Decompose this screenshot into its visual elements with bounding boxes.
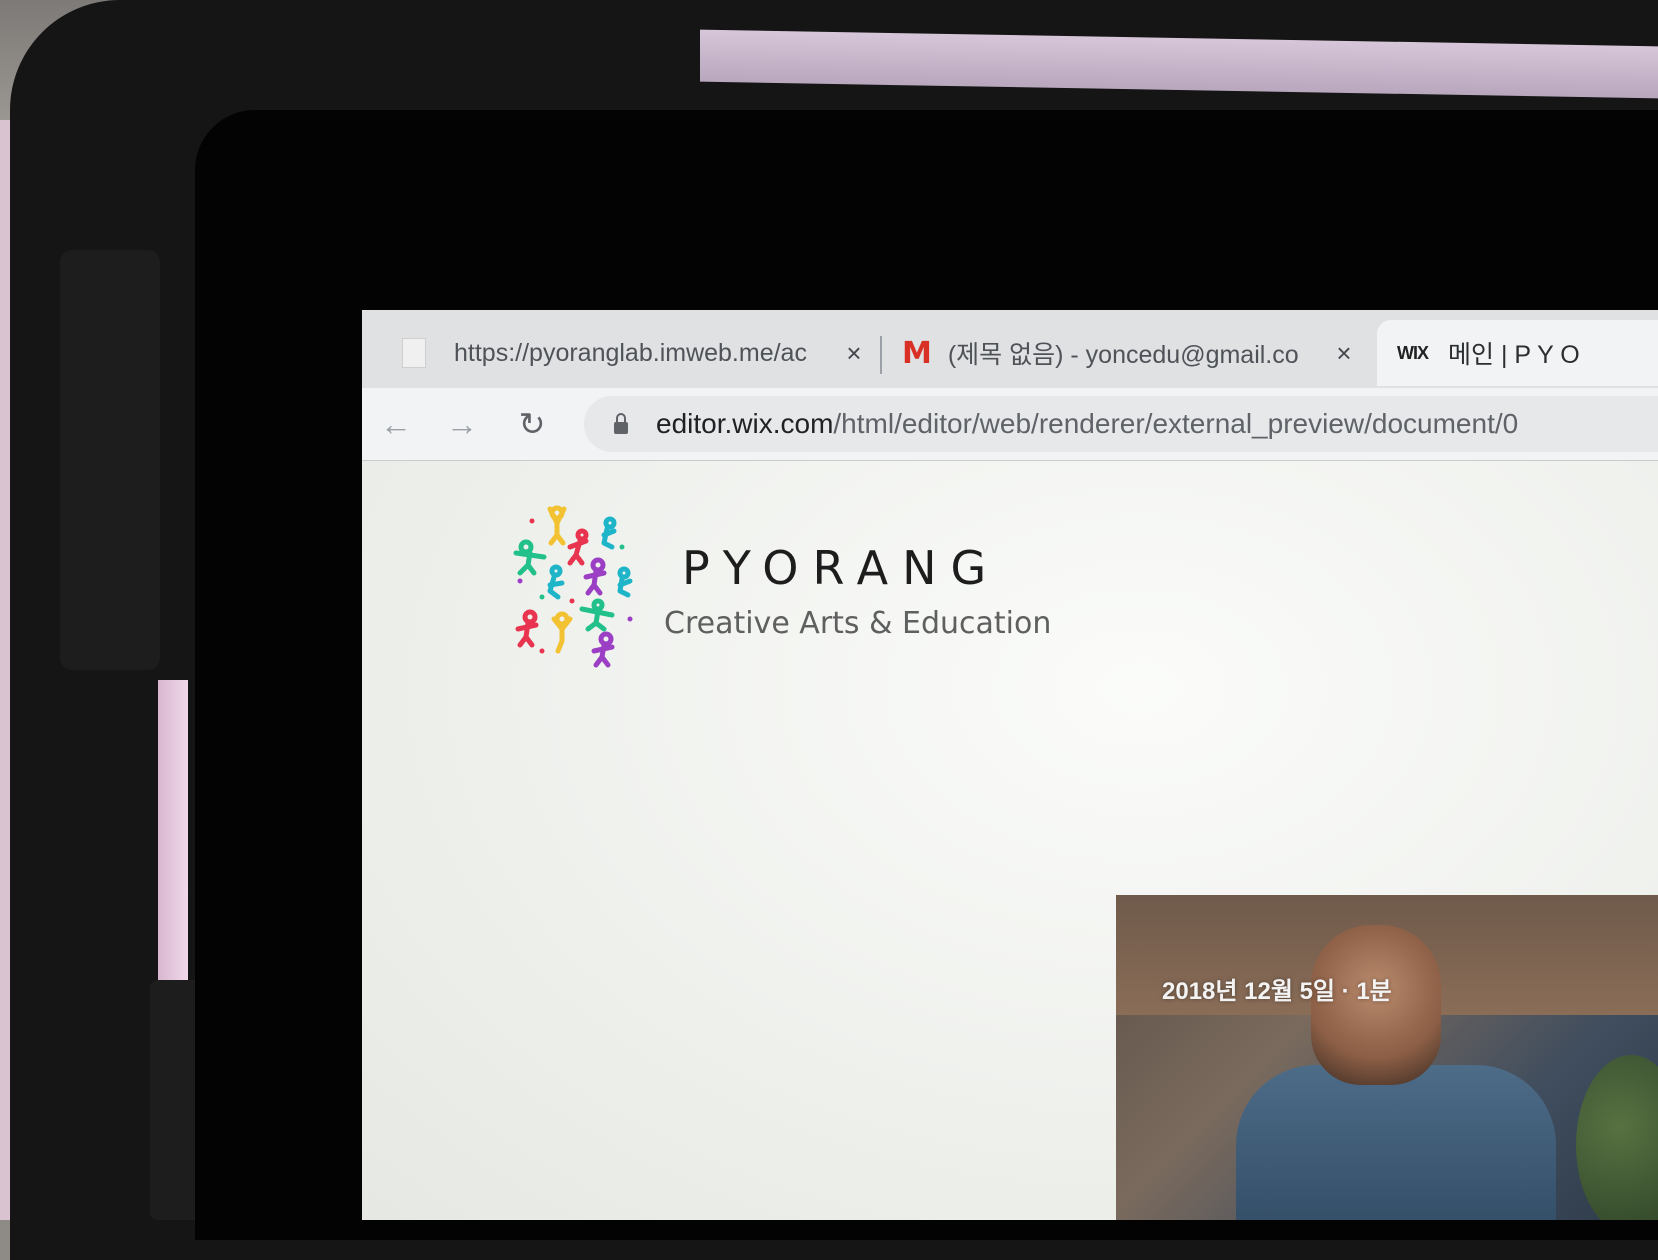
tab-gmail[interactable]: M (제목 없음) - yoncedu@gmail.co × (902, 320, 1362, 386)
browser-window: https://pyoranglab.imweb.me/ac × M (제목 없… (362, 310, 1658, 1220)
site-page: PYORANG Creative Arts & Education 2018년 … (362, 461, 1658, 1220)
tab-wix-active[interactable]: WIX 메인 | P Y O (1377, 320, 1658, 386)
wix-icon: WIX (1397, 342, 1429, 363)
tab-strip: https://pyoranglab.imweb.me/ac × M (제목 없… (362, 310, 1658, 388)
post-date: 2018년 12월 5일 · 1분 (1162, 978, 1392, 1005)
browser-toolbar: ← → ↻ editor.wix.com/html/editor/web/ren… (362, 388, 1658, 461)
site-tagline: Creative Arts & Education (664, 606, 1052, 641)
url-text[interactable]: editor.wix.com/html/editor/web/renderer/… (656, 408, 1518, 440)
post-image-plant (1576, 1055, 1658, 1220)
lock-icon (614, 413, 628, 434)
post-image-person-body (1236, 1065, 1556, 1220)
forward-arrow-icon[interactable]: → (440, 402, 484, 446)
tab-title: https://pyoranglab.imweb.me/ac (454, 338, 807, 367)
pyorang-logo-icon[interactable] (512, 501, 642, 671)
case-side-strip (158, 680, 188, 980)
back-arrow-icon[interactable]: ← (374, 402, 418, 446)
site-title[interactable]: PYORANG (682, 541, 1000, 595)
close-icon[interactable]: × (1326, 338, 1362, 369)
url-host: editor.wix.com (656, 408, 834, 439)
page-icon (402, 338, 426, 368)
url-path: /html/editor/web/renderer/external_previ… (833, 408, 1519, 439)
tab-pyoranglab[interactable]: https://pyoranglab.imweb.me/ac × (402, 320, 872, 386)
tab-title: (제목 없음) - yoncedu@gmail.co (947, 341, 1299, 369)
reload-icon[interactable]: ↻ (510, 402, 554, 446)
blog-post-card[interactable]: 2018년 12월 5일 · 1분 (1116, 895, 1658, 1220)
gmail-icon: M (902, 335, 932, 371)
close-icon[interactable]: × (836, 338, 872, 369)
tab-title: 메인 | P Y O (1448, 341, 1580, 369)
tab-separator (880, 336, 882, 374)
address-bar[interactable]: editor.wix.com/html/editor/web/renderer/… (584, 396, 1658, 452)
case-side-tab (60, 250, 160, 670)
